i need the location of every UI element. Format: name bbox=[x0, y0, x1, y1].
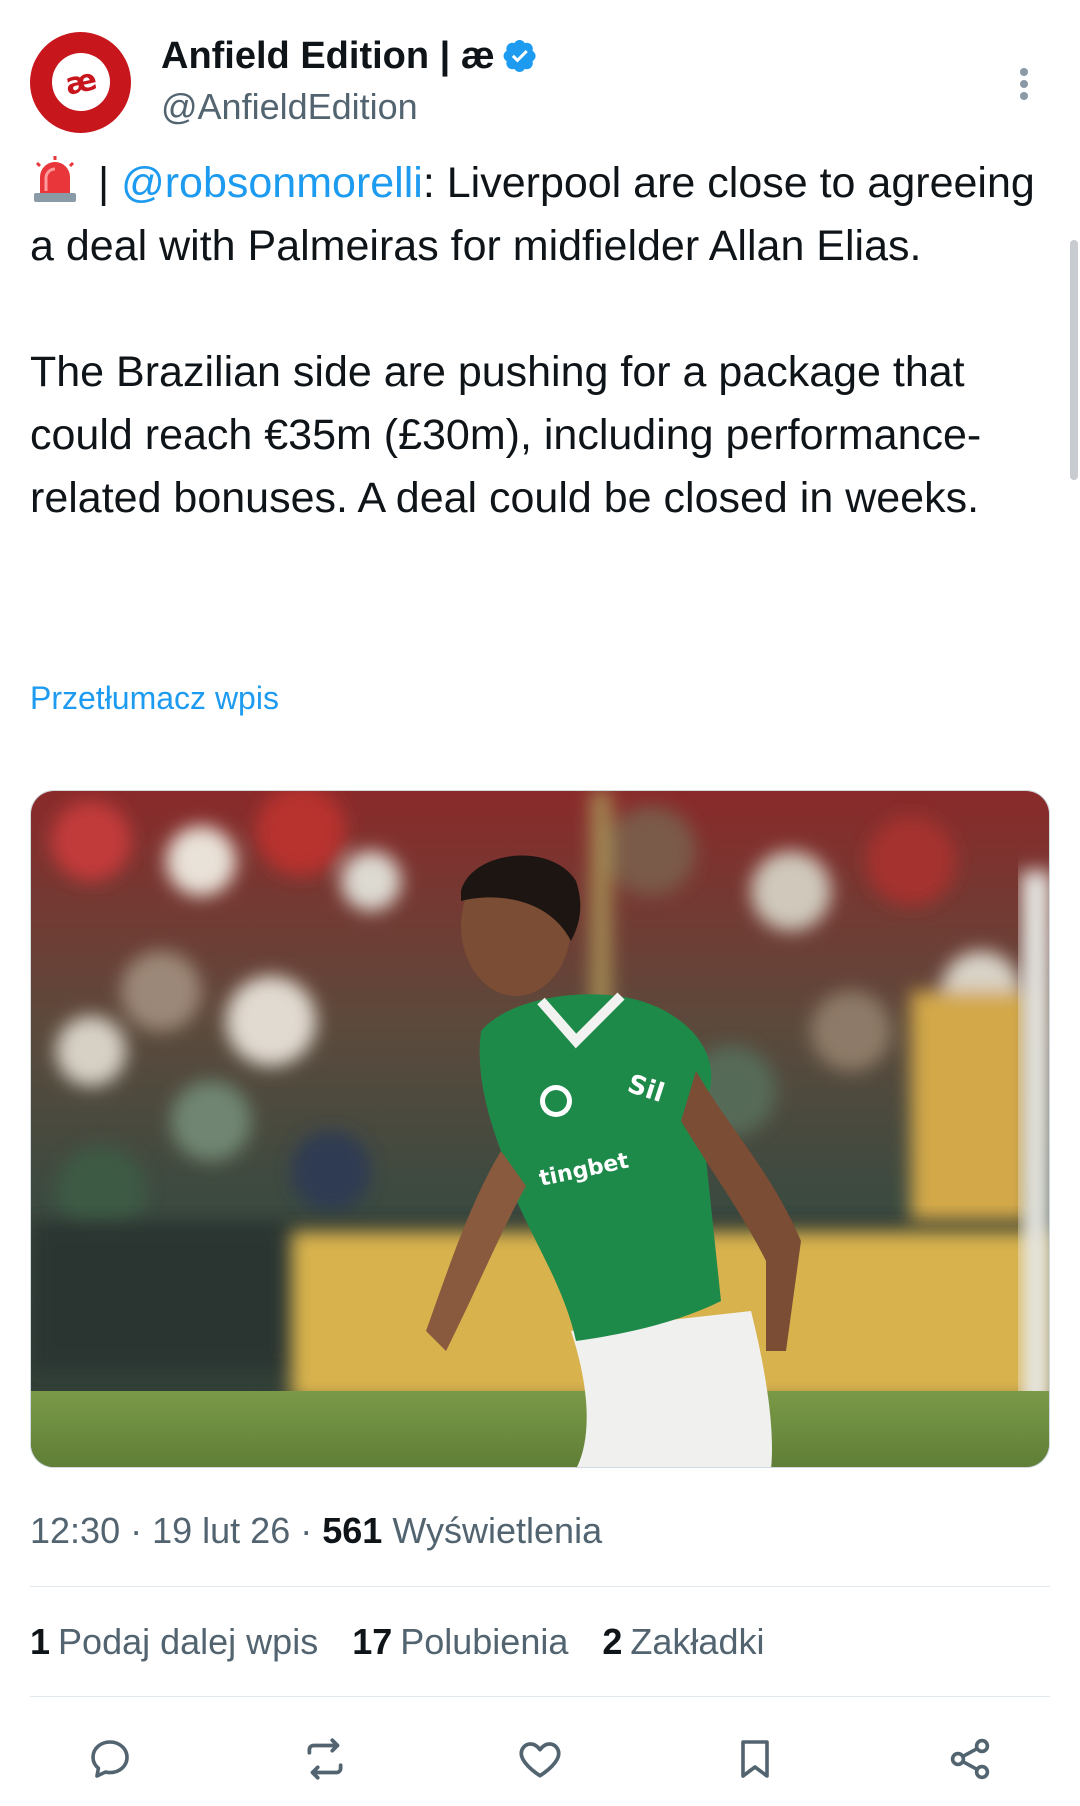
bookmarks-stat[interactable]: 2 Zakładki bbox=[602, 1617, 764, 1667]
reply-icon bbox=[91, 1740, 129, 1778]
more-icon[interactable] bbox=[1012, 54, 1036, 114]
tweet-detail-page: æ Anfield Edition | æ @AnfieldEdition | … bbox=[0, 0, 1080, 1806]
divider bbox=[30, 1696, 1050, 1697]
avatar-text: æ bbox=[61, 61, 100, 103]
reply-button[interactable] bbox=[82, 1731, 138, 1787]
bookmarks-count: 2 bbox=[602, 1621, 623, 1662]
repost-button[interactable] bbox=[297, 1731, 353, 1787]
tweet-header: æ Anfield Edition | æ @AnfieldEdition bbox=[30, 30, 1050, 134]
repost-icon bbox=[307, 1738, 343, 1780]
avatar[interactable]: æ bbox=[30, 31, 131, 133]
author-handle[interactable]: @AnfieldEdition bbox=[161, 83, 537, 131]
reposts-count: 1 bbox=[30, 1621, 51, 1662]
likes-stat[interactable]: 17 Polubienia bbox=[352, 1617, 568, 1667]
player-photo: Sil tingbet bbox=[31, 791, 1049, 1467]
reposts-label: Podaj dalej wpis bbox=[58, 1621, 319, 1662]
likes-count: 17 bbox=[352, 1621, 393, 1662]
share-button[interactable] bbox=[942, 1731, 998, 1787]
like-button[interactable] bbox=[512, 1731, 568, 1787]
meta-dot: · bbox=[300, 1510, 323, 1551]
reposts-stat[interactable]: 1 Podaj dalej wpis bbox=[30, 1617, 318, 1667]
author-display-name[interactable]: Anfield Edition | æ bbox=[161, 33, 495, 79]
tweet-paragraph-1: | @robsonmorelli: Liverpool are close to… bbox=[30, 152, 1040, 278]
divider bbox=[30, 1586, 1050, 1587]
translate-link[interactable]: Przetłumacz wpis bbox=[30, 676, 279, 720]
tweet-date[interactable]: 19 lut 26 bbox=[152, 1510, 290, 1551]
meta-dot: · bbox=[130, 1510, 153, 1551]
mention-link[interactable]: @robsonmorelli bbox=[121, 159, 423, 207]
bookmark-button[interactable] bbox=[727, 1731, 783, 1787]
views-label: Wyświetlenia bbox=[392, 1510, 603, 1551]
tweet-actions-bar bbox=[30, 1724, 1050, 1794]
heart-icon bbox=[519, 1742, 561, 1778]
separator: | bbox=[86, 159, 122, 207]
likes-label: Polubienia bbox=[400, 1621, 569, 1662]
tweet-photo[interactable]: Sil tingbet bbox=[30, 790, 1050, 1468]
tweet-time[interactable]: 12:30 bbox=[30, 1510, 120, 1551]
siren-emoji-icon bbox=[34, 156, 76, 202]
author-info: Anfield Edition | æ @AnfieldEdition bbox=[161, 33, 537, 131]
tweet-text: | @robsonmorelli: Liverpool are close to… bbox=[30, 152, 1040, 530]
tweet-meta: 12:30 · 19 lut 26 · 561 Wyświetlenia bbox=[30, 1506, 602, 1556]
scrollbar[interactable] bbox=[1070, 240, 1078, 480]
verified-badge-icon bbox=[503, 39, 536, 73]
views-count: 561 bbox=[322, 1510, 383, 1551]
avatar-logo: æ bbox=[46, 47, 115, 117]
share-icon bbox=[950, 1738, 990, 1780]
author-name-row: Anfield Edition | æ bbox=[161, 33, 537, 79]
bookmark-icon bbox=[741, 1740, 769, 1778]
bookmarks-label: Zakładki bbox=[630, 1621, 765, 1662]
tweet-stats: 1 Podaj dalej wpis 17 Polubienia 2 Zakładki bbox=[30, 1617, 798, 1667]
tweet-paragraph-2: The Brazilian side are pushing for a pac… bbox=[30, 348, 982, 522]
